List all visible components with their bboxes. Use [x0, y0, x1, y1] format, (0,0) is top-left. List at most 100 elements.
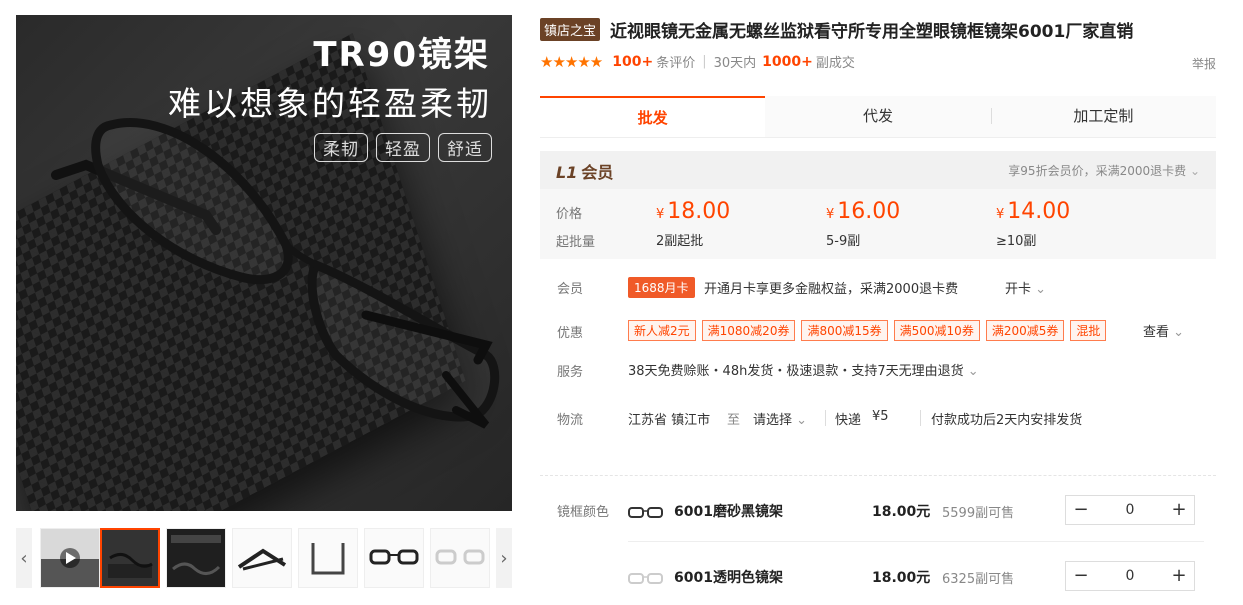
- image-headline: TR90镜架: [313, 35, 490, 75]
- tab-custom[interactable]: 加工定制: [990, 96, 1216, 137]
- service-label: 服务: [557, 365, 584, 380]
- variant-stock: 6325副可售: [942, 572, 1015, 587]
- carrier-label: 快递: [835, 413, 862, 428]
- decrease-button[interactable]: −: [1066, 496, 1096, 524]
- thumbnail-image[interactable]: [100, 528, 160, 588]
- thumbnail-image[interactable]: [430, 528, 490, 588]
- ship-time-note: 付款成功后2天内安排发货: [931, 413, 1083, 428]
- coupon-tag[interactable]: 满1080减20券: [701, 320, 796, 341]
- rating-row: ★★★★★ 100+ 条评价 | 30天内 1000+ 副成交: [540, 52, 855, 72]
- chevron-down-icon: ⌄: [1035, 282, 1047, 297]
- tier-qty: ≥10副: [996, 234, 1037, 249]
- report-link[interactable]: 举报: [1192, 55, 1216, 72]
- membership-label: 会员: [557, 282, 584, 297]
- tier-price: ¥14.00: [996, 199, 1070, 224]
- member-level-code: L1: [556, 163, 578, 182]
- ship-to-label: 至: [727, 413, 741, 428]
- image-subline: 难以想象的轻盈柔韧: [168, 84, 492, 123]
- product-main-image[interactable]: TR90镜架 难以想象的轻盈柔韧 柔韧 轻盈 舒适: [16, 15, 512, 511]
- chevron-down-icon: ⌄: [1189, 164, 1200, 178]
- divider: [920, 410, 921, 426]
- decrease-button[interactable]: −: [1066, 562, 1096, 590]
- view-coupons-label: 查看: [1143, 325, 1170, 340]
- chevron-down-icon: ⌄: [796, 413, 808, 428]
- frame-color-label: 镜框颜色: [557, 505, 610, 520]
- member-price-bar: L1 会员 享95折会员价，采满2000退卡费 ⌄: [540, 151, 1216, 189]
- increase-button[interactable]: +: [1164, 496, 1194, 524]
- coupon-tag[interactable]: 满200减5券: [985, 320, 1065, 341]
- coupon-tag[interactable]: 新人减2元: [628, 320, 696, 341]
- period-label: 30天内: [713, 56, 757, 71]
- coupon-tag[interactable]: 混批: [1070, 320, 1107, 341]
- destination-value: 请选择: [753, 413, 793, 428]
- thumbnail-image[interactable]: [166, 528, 226, 588]
- quantity-input[interactable]: 0: [1096, 496, 1164, 524]
- variant-row: 6001透明色镜架 18.00元 6325副可售 − 0 +: [628, 561, 1204, 605]
- member-tip-text: 享95折会员价，采满2000退卡费: [1008, 164, 1187, 178]
- variant-price: 18.00元: [872, 504, 931, 520]
- destination-select[interactable]: 请选择 ⌄: [753, 409, 807, 428]
- service-info[interactable]: 38天免费赊账・48h发货・极速退款・支持7天无理由退货 ⌄: [628, 360, 979, 379]
- coupon-tag[interactable]: 满500减10券: [893, 320, 980, 341]
- variant-row: 6001磨砂黑镜架 18.00元 5599副可售 − 0 +: [628, 495, 1204, 539]
- thumbnail-image[interactable]: [298, 528, 358, 588]
- discount-label: 优惠: [557, 326, 584, 341]
- variant-thumbnail[interactable]: [628, 501, 664, 523]
- image-tag: 舒适: [438, 133, 492, 162]
- image-tags: 柔韧 轻盈 舒适: [314, 133, 492, 162]
- quantity-input[interactable]: 0: [1096, 562, 1164, 590]
- sold-label: 副成交: [815, 56, 855, 71]
- currency-symbol: ¥: [826, 207, 835, 222]
- price-label: 价格: [556, 207, 583, 222]
- tier-price: ¥16.00: [826, 199, 900, 224]
- coupon-tag[interactable]: 满800减15券: [801, 320, 888, 341]
- thumbnail-video[interactable]: [40, 528, 100, 588]
- thumbnail-image[interactable]: [364, 528, 424, 588]
- view-coupons-button[interactable]: 查看 ⌄: [1143, 321, 1184, 340]
- monthly-card-tag: 1688月卡: [628, 277, 695, 298]
- image-tag: 轻盈: [376, 133, 430, 162]
- rating-stars-icon: ★★★★★: [540, 52, 603, 71]
- tier-price: ¥18.00: [656, 199, 730, 224]
- coupon-list: 新人减2元 满1080减20券 满800减15券 满500减10券 满200减5…: [628, 320, 1107, 341]
- variant-thumbnail[interactable]: [628, 567, 664, 589]
- ship-origin: 江苏省 镇江市: [628, 413, 711, 428]
- product-title-row: 镇店之宝 近视眼镜无金属无螺丝监狱看守所专用全塑眼镜框镜架6001厂家直销: [540, 17, 1133, 42]
- thumbnail-strip: ‹ ›: [16, 528, 512, 588]
- member-tip[interactable]: 享95折会员价，采满2000退卡费 ⌄: [1008, 162, 1200, 179]
- tier-price-value: 14.00: [1007, 199, 1071, 224]
- row-divider: [628, 541, 1204, 542]
- quantity-stepper: − 0 +: [1065, 561, 1195, 591]
- purchase-mode-tabs: 批发 代发 加工定制: [540, 96, 1216, 138]
- tab-wholesale[interactable]: 批发: [540, 96, 766, 137]
- variant-name: 6001磨砂黑镜架: [674, 504, 783, 520]
- member-level: L1 会员: [556, 159, 613, 183]
- open-card-button[interactable]: 开卡 ⌄: [1005, 278, 1046, 297]
- tier-price-value: 16.00: [837, 199, 901, 224]
- member-level-label: 会员: [581, 163, 614, 182]
- increase-button[interactable]: +: [1164, 562, 1194, 590]
- quantity-stepper: − 0 +: [1065, 495, 1195, 525]
- section-divider: [540, 475, 1216, 476]
- review-count[interactable]: 100+: [612, 54, 653, 70]
- tab-dropship[interactable]: 代发: [765, 96, 991, 137]
- shipping-fee: ¥5: [872, 409, 889, 424]
- variant-price: 18.00元: [872, 570, 931, 586]
- tier-qty: 5-9副: [826, 234, 861, 249]
- review-label[interactable]: 条评价: [656, 52, 695, 71]
- monthly-card-text: 开通月卡享更多金融权益，采满2000退卡费: [704, 282, 959, 297]
- divider: [825, 410, 826, 426]
- store-treasure-badge: 镇店之宝: [540, 18, 601, 41]
- product-title: 近视眼镜无金属无螺丝监狱看守所专用全塑眼镜框镜架6001厂家直销: [610, 22, 1134, 42]
- thumbnail-image[interactable]: [232, 528, 292, 588]
- thumb-prev-button[interactable]: ‹: [16, 528, 32, 588]
- thumb-next-button[interactable]: ›: [496, 528, 512, 588]
- chevron-down-icon: ⌄: [967, 364, 979, 379]
- tier-qty: 2副起批: [656, 234, 704, 249]
- variant-name: 6001透明色镜架: [674, 570, 783, 586]
- image-tag: 柔韧: [314, 133, 368, 162]
- tier-price-value: 18.00: [667, 199, 731, 224]
- chevron-down-icon: ⌄: [1173, 325, 1185, 340]
- open-card-label: 开卡: [1005, 282, 1032, 297]
- price-tier-box: 价格 起批量 ¥18.00 2副起批 ¥16.00 5-9副 ¥14.00 ≥1…: [540, 189, 1216, 259]
